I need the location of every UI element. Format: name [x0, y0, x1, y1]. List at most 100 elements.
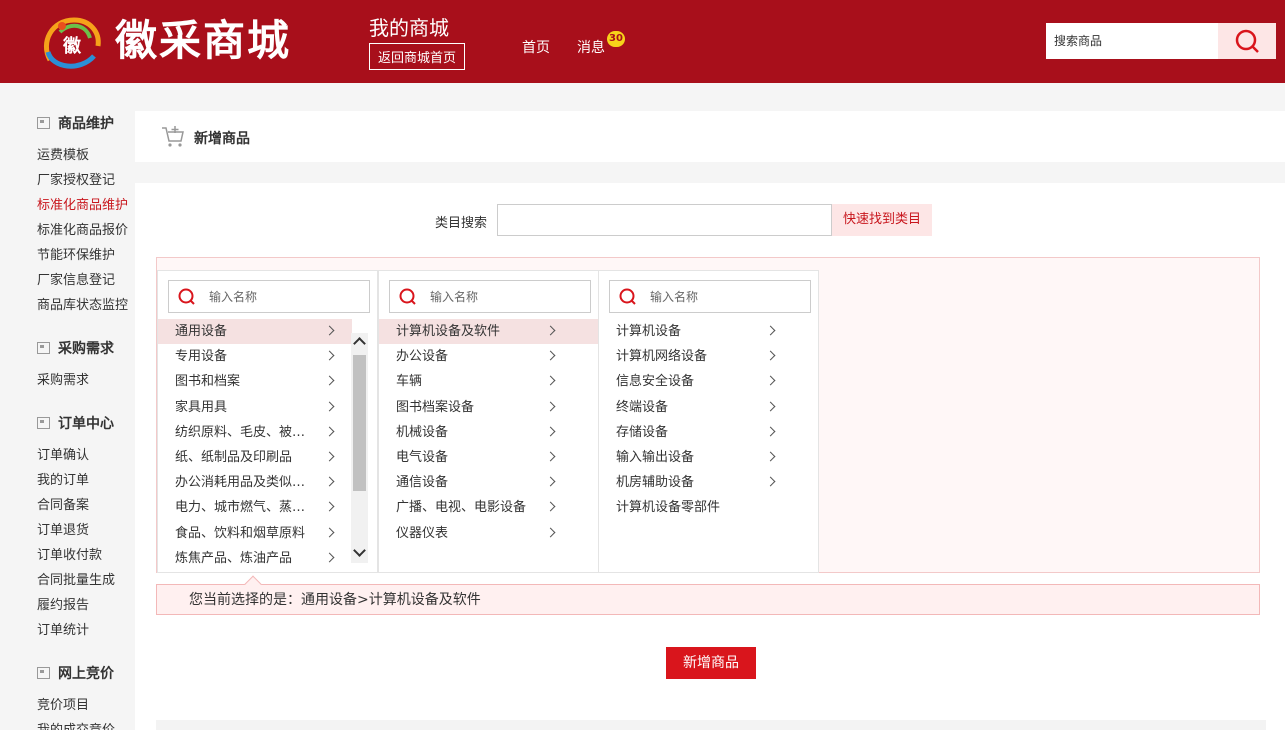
category-item-label: 图书档案设备	[396, 399, 475, 415]
category-item-label: 通信设备	[396, 475, 449, 491]
sidebar-item[interactable]: 订单统计	[37, 619, 89, 638]
search-button[interactable]	[1218, 23, 1276, 59]
sidebar-item[interactable]: 竞价项目	[37, 694, 89, 713]
category-item[interactable]: 电力、城市燃气、蒸汽和热水	[158, 495, 352, 520]
product-search-input[interactable]	[1046, 23, 1218, 59]
category-item-label: 计算机设备及软件	[396, 324, 501, 339]
chevron-right-icon	[545, 350, 556, 361]
sidebar-item[interactable]: 合同批量生成	[37, 569, 115, 588]
category-item[interactable]: 计算机设备	[599, 319, 818, 344]
category-item[interactable]: 图书和档案	[158, 369, 352, 394]
sidebar-item[interactable]: 履约报告	[37, 594, 89, 613]
category-item[interactable]: 输入输出设备	[599, 445, 818, 470]
sidebar-item[interactable]: 商品库状态监控	[37, 294, 128, 313]
sidebar-item[interactable]: 厂家信息登记	[37, 269, 115, 288]
category-item[interactable]: 存储设备	[599, 420, 818, 445]
sidebar-item[interactable]: 订单收付款	[37, 544, 102, 563]
nav-home-link[interactable]: 首页	[522, 37, 550, 57]
group-icon	[37, 417, 50, 429]
category-column-2: 输入名称计算机设备及软件 办公设备车辆图书档案设备 机械设备电气设备通信设备广播、电…	[378, 270, 599, 573]
category-item[interactable]: 计算机网络设备	[599, 344, 818, 369]
category-item[interactable]: 计算机设备零部件	[599, 495, 818, 520]
category-item[interactable]: 通用设备	[158, 319, 352, 345]
sidebar-group-title: 订单中心	[37, 413, 114, 433]
scroll-down-icon[interactable]	[353, 544, 366, 557]
back-to-mall-link[interactable]: 返回商城首页	[369, 43, 466, 70]
category-search-input[interactable]	[497, 204, 832, 236]
bottom-divider	[156, 720, 1266, 730]
sidebar-item[interactable]: 标准化商品报价	[37, 219, 128, 238]
category-item[interactable]: 车辆	[379, 369, 598, 394]
category-item[interactable]: 电气设备	[379, 445, 598, 470]
category-item-label: 仪器仪表	[396, 525, 449, 541]
category-item-label: 输入输出设备	[616, 449, 695, 465]
category-item-label: 机械设备	[396, 424, 449, 440]
chevron-right-icon	[765, 401, 776, 412]
chevron-right-icon	[324, 401, 335, 412]
category-item-label: 信息安全设备	[616, 374, 695, 390]
column-search-input[interactable]: 输入名称	[609, 280, 811, 313]
category-item-label: 计算机设备零部件	[616, 500, 721, 516]
column-search-placeholder: 输入名称	[209, 290, 258, 304]
category-item[interactable]: 纸、纸制品及印刷品	[158, 445, 352, 470]
chevron-right-icon	[324, 325, 335, 336]
sidebar-group-label: 采购需求	[58, 341, 114, 357]
category-item[interactable]: 办公设备	[379, 344, 598, 369]
column1-scrollbar[interactable]	[351, 333, 368, 563]
category-item[interactable]: 食品、饮料和烟草原料	[158, 521, 352, 546]
category-item-label: 计算机设备	[616, 324, 682, 339]
category-item[interactable]: 通信设备	[379, 470, 598, 495]
sidebar-item[interactable]: 订单退货	[37, 519, 89, 538]
category-item[interactable]: 仪器仪表	[379, 521, 598, 546]
sidebar-item[interactable]: 合同备案	[37, 494, 89, 513]
category-item[interactable]: 办公消耗用品及类似物品	[158, 470, 352, 495]
sidebar-item[interactable]: 节能环保维护	[37, 244, 115, 263]
chevron-right-icon	[765, 426, 776, 437]
category-item[interactable]: 信息安全设备	[599, 369, 818, 394]
sidebar-item[interactable]: 运费模板	[37, 144, 89, 163]
sidebar-item[interactable]: 采购需求	[37, 369, 89, 388]
category-item-label: 办公设备	[396, 349, 449, 365]
top-header: 徽 徽采商城 我的商城 返回商城首页 首页 消息 30	[0, 0, 1285, 83]
sidebar-group-label: 订单中心	[58, 416, 114, 432]
scroll-thumb[interactable]	[353, 355, 366, 491]
sidebar-item[interactable]: 订单确认	[37, 444, 89, 463]
chevron-right-icon	[765, 476, 776, 487]
category-item[interactable]: 计算机设备及软件	[379, 319, 598, 345]
group-icon	[37, 117, 50, 129]
category-item[interactable]: 机房辅助设备	[599, 470, 818, 495]
category-item[interactable]: 纺织原料、毛皮、被服装具	[158, 420, 352, 445]
category-item[interactable]: 家具用具	[158, 395, 352, 420]
sidebar-item[interactable]: 厂家授权登记	[37, 169, 115, 188]
column-search-input[interactable]: 输入名称	[389, 280, 591, 313]
chevron-right-icon	[324, 426, 335, 437]
chevron-right-icon	[765, 350, 776, 361]
quick-find-category-button[interactable]: 快速找到类目	[832, 204, 932, 236]
category-item-label: 车辆	[396, 374, 423, 390]
category-item[interactable]: 炼焦产品、炼油产品	[158, 546, 352, 571]
sidebar-group-title: 网上竞价	[37, 663, 114, 683]
category-item[interactable]: 终端设备	[599, 395, 818, 420]
category-column-3: 输入名称计算机设备计算机网络设备 信息安全设备终端设备 存储设备输入输出设备机房辅助…	[598, 270, 819, 573]
chevron-right-icon	[545, 501, 556, 512]
chevron-right-icon	[324, 375, 335, 386]
category-list: 计算机设备计算机网络设备 信息安全设备终端设备 存储设备输入输出设备机房辅助设备计算…	[599, 319, 818, 521]
add-product-button[interactable]: 新增商品	[666, 647, 756, 679]
category-item-label: 家具用具	[175, 399, 228, 415]
category-item[interactable]: 图书档案设备	[379, 395, 598, 420]
category-item[interactable]: 机械设备	[379, 420, 598, 445]
sidebar-item[interactable]: 我的订单	[37, 469, 89, 488]
category-item-label: 计算机网络设备	[616, 349, 708, 365]
column-search-input[interactable]: 输入名称	[168, 280, 370, 313]
selected-category-bar: 您当前选择的是：通用设备>计算机设备及软件	[156, 575, 1260, 615]
category-item[interactable]: 广播、电视、电影设备	[379, 495, 598, 520]
sidebar-item[interactable]: 标准化商品维护	[37, 194, 128, 213]
sidebar-group-title: 采购需求	[37, 338, 114, 358]
category-item[interactable]: 专用设备	[158, 344, 352, 369]
nav-messages-link[interactable]: 消息	[577, 37, 605, 57]
chevron-right-icon	[765, 451, 776, 462]
selected-prefix: 您当前选择的是：	[189, 592, 301, 608]
sidebar-item[interactable]: 我的成交竞价	[37, 719, 115, 730]
sidebar-group-title: 商品维护	[37, 113, 114, 133]
scroll-up-icon[interactable]	[353, 337, 366, 350]
